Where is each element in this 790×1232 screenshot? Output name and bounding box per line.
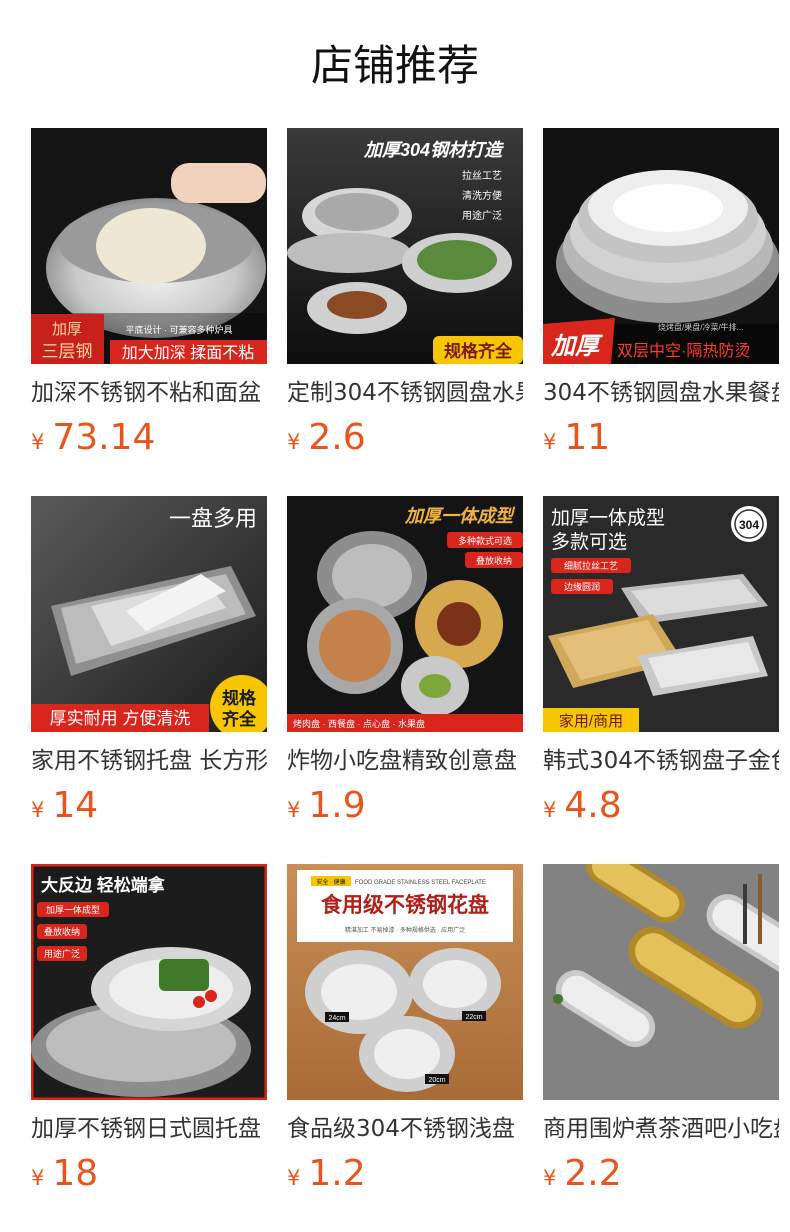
- image-heading: 一盘多用: [169, 506, 257, 531]
- badge-text: 三层钢: [42, 342, 93, 361]
- product-card[interactable]: 加厚一体成型 多款可选 304 细腻拉丝工艺 边缘圆润 家用/商用 韩式304不…: [543, 496, 779, 836]
- product-card[interactable]: 加厚一体成型 多种款式可选 叠放收纳 烤肉盘 · 西餐盘 · 点心盘 · 水果盘…: [287, 496, 523, 836]
- image-banner: 厚实耐用 方便清洗: [50, 709, 191, 728]
- size-label: 20cm: [428, 1077, 445, 1084]
- product-card[interactable]: 一盘多用 厚实耐用 方便清洗 规格 齐全 家用不锈钢托盘 长方形 ¥14: [31, 496, 267, 836]
- product-image[interactable]: 加厚一体成型 多种款式可选 叠放收纳 烤肉盘 · 西餐盘 · 点心盘 · 水果盘: [287, 496, 523, 732]
- feature-tag: 叠放收纳: [44, 926, 80, 937]
- image-heading: 多款可选: [551, 531, 627, 553]
- currency-symbol: ¥: [31, 430, 45, 454]
- image-heading: 大反边 轻松端拿: [41, 875, 166, 895]
- image-tag: 安全 · 健康: [316, 878, 345, 886]
- product-title[interactable]: 商用围炉煮茶酒吧小吃盘: [543, 1112, 779, 1146]
- product-title[interactable]: 家用不锈钢托盘 长方形: [31, 744, 267, 778]
- product-title[interactable]: 304不锈钢圆盘水果餐盘: [543, 376, 779, 410]
- image-banner: 加大加深 揉面不粘: [122, 344, 254, 362]
- product-title[interactable]: 韩式304不锈钢盘子金色: [543, 744, 779, 778]
- feature-tag: 拉丝工艺: [462, 169, 502, 182]
- product-price: ¥18: [31, 1152, 98, 1196]
- size-label: 22cm: [465, 1014, 482, 1021]
- corner-tag: 规格齐全: [444, 341, 513, 361]
- product-card[interactable]: 商用围炉煮茶酒吧小吃盘 ¥2.2: [543, 864, 779, 1204]
- product-image[interactable]: 加厚一体成型 多款可选 304 细腻拉丝工艺 边缘圆润 家用/商用: [543, 496, 779, 732]
- badge-text: 加厚: [550, 333, 603, 360]
- feature-tag: 加厚一体成型: [46, 904, 100, 915]
- product-price: ¥14: [31, 784, 98, 828]
- product-price: ¥2.6: [287, 416, 366, 460]
- feature-tag: 用途广泛: [44, 948, 80, 959]
- price-value: 11: [564, 417, 611, 458]
- product-price: ¥4.8: [543, 784, 622, 828]
- corner-tag: 家用/商用: [559, 713, 623, 730]
- product-image[interactable]: 一盘多用 厚实耐用 方便清洗 规格 齐全: [31, 496, 267, 732]
- product-image[interactable]: 加厚 三层钢 平底设计 · 可兼容多种炉具 加大加深 揉面不粘: [31, 128, 267, 364]
- corner-tag: 齐全: [222, 709, 257, 729]
- feature-tag: 边缘圆润: [564, 581, 600, 592]
- image-heading: 加厚一体成型: [404, 506, 516, 526]
- product-card[interactable]: 加厚 烧烤盘/果盘/冷菜/牛排... 双层中空·隔热防烫 304不锈钢圆盘水果餐…: [543, 128, 779, 468]
- page-title: 店铺推荐: [310, 41, 479, 90]
- badge-text: 加厚: [52, 321, 82, 338]
- feature-tag: 细腻拉丝工艺: [564, 560, 618, 571]
- seal-304: 304: [739, 518, 759, 532]
- currency-symbol: ¥: [543, 1166, 557, 1190]
- image-banner: 双层中空·隔热防烫: [617, 342, 750, 360]
- price-value: 18: [52, 1153, 99, 1194]
- product-image[interactable]: 大反边 轻松端拿 加厚一体成型 叠放收纳 用途广泛: [31, 864, 267, 1100]
- currency-symbol: ¥: [287, 798, 301, 822]
- price-value: 73.14: [52, 417, 156, 458]
- product-image[interactable]: 加厚304钢材打造 拉丝工艺 清洗方便 用途广泛 规格齐全: [287, 128, 523, 364]
- product-title[interactable]: 食品级304不锈钢浅盘: [287, 1112, 523, 1146]
- product-price: ¥1.9: [287, 784, 366, 828]
- price-value: 1.9: [308, 785, 366, 826]
- product-price: ¥2.2: [543, 1152, 622, 1196]
- price-value: 1.2: [308, 1153, 366, 1194]
- image-heading: 食用级不锈钢花盘: [321, 892, 489, 917]
- corner-tag: 规格: [222, 688, 257, 708]
- image-caption: 烧烤盘/果盘/冷菜/牛排...: [658, 322, 743, 332]
- product-image[interactable]: 加厚 烧烤盘/果盘/冷菜/牛排... 双层中空·隔热防烫: [543, 128, 779, 364]
- currency-symbol: ¥: [31, 1166, 45, 1190]
- price-value: 2.2: [564, 1153, 622, 1194]
- feature-tag: 多种款式可选: [458, 535, 512, 546]
- price-value: 14: [52, 785, 99, 826]
- image-caption: 烤肉盘 · 西餐盘 · 点心盘 · 水果盘: [293, 718, 425, 729]
- product-price: ¥11: [543, 416, 610, 460]
- image-heading: 加厚一体成型: [551, 507, 665, 529]
- product-card[interactable]: 加厚 三层钢 平底设计 · 可兼容多种炉具 加大加深 揉面不粘 加深不锈钢不粘和…: [31, 128, 267, 468]
- product-title[interactable]: 炸物小吃盘精致创意盘: [287, 744, 523, 778]
- image-caption: FOOD GRADE STAINLESS STEEL FACEPLATE: [355, 880, 486, 886]
- product-image[interactable]: [543, 864, 779, 1100]
- currency-symbol: ¥: [543, 430, 557, 454]
- price-value: 4.8: [564, 785, 622, 826]
- image-heading: 加厚304钢材打造: [363, 140, 504, 160]
- product-title[interactable]: 加厚不锈钢日式圆托盘: [31, 1112, 267, 1146]
- feature-tag: 叠放收纳: [476, 555, 512, 566]
- product-card[interactable]: 大反边 轻松端拿 加厚一体成型 叠放收纳 用途广泛 加厚不锈钢日式圆托盘 ¥18: [31, 864, 267, 1204]
- product-price: ¥73.14: [31, 416, 155, 460]
- currency-symbol: ¥: [287, 1166, 301, 1190]
- price-value: 2.6: [308, 417, 366, 458]
- product-image[interactable]: 安全 · 健康 FOOD GRADE STAINLESS STEEL FACEP…: [287, 864, 523, 1100]
- currency-symbol: ¥: [543, 798, 557, 822]
- product-card[interactable]: 安全 · 健康 FOOD GRADE STAINLESS STEEL FACEP…: [287, 864, 523, 1204]
- feature-tag: 用途广泛: [462, 209, 502, 222]
- product-title[interactable]: 加深不锈钢不粘和面盆: [31, 376, 267, 410]
- image-caption: 平底设计 · 可兼容多种炉具: [126, 324, 233, 335]
- size-label: 24cm: [328, 1015, 345, 1022]
- currency-symbol: ¥: [31, 798, 45, 822]
- product-card[interactable]: 加厚304钢材打造 拉丝工艺 清洗方便 用途广泛 规格齐全 定制304不锈钢圆盘…: [287, 128, 523, 468]
- product-title[interactable]: 定制304不锈钢圆盘水果盘: [287, 376, 523, 410]
- image-caption: 精湛加工 不易掉漆 · 多种规格供选 · 应用广泛: [345, 926, 465, 934]
- feature-tag: 清洗方便: [462, 189, 502, 202]
- product-price: ¥1.2: [287, 1152, 366, 1196]
- currency-symbol: ¥: [287, 430, 301, 454]
